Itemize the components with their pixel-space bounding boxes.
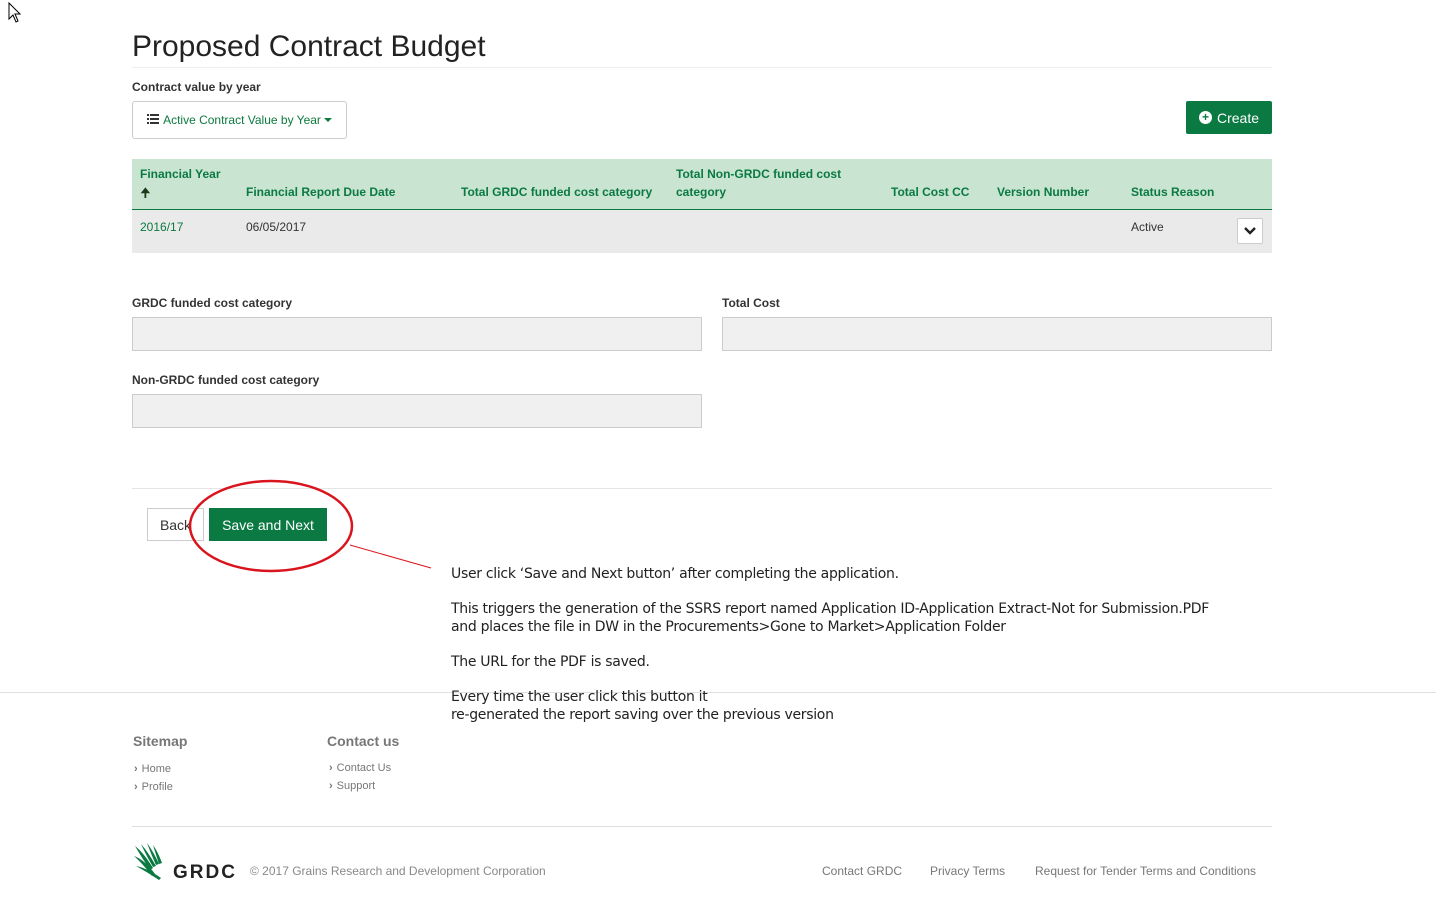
- chevron-right-icon: ›: [329, 762, 333, 774]
- caret-down-icon: [323, 118, 332, 122]
- footer-link-support[interactable]: › Support: [329, 780, 375, 792]
- view-selector-dropdown[interactable]: Active Contract Value by Year: [132, 101, 347, 139]
- annotation-text: re-generated the report saving over the …: [451, 707, 834, 723]
- column-header-total-cost-cc[interactable]: Total Cost CC: [891, 183, 969, 201]
- footer-divider: [0, 692, 1436, 693]
- footer-link-profile[interactable]: › Profile: [134, 781, 173, 793]
- footer-link-privacy-terms[interactable]: Privacy Terms: [930, 864, 1005, 878]
- page-title: Proposed Contract Budget: [132, 30, 486, 63]
- column-header-financial-year[interactable]: Financial Year: [140, 165, 221, 183]
- mouse-cursor-icon: [8, 2, 22, 23]
- sort-ascending-icon[interactable]: 🠉: [140, 184, 151, 206]
- non-grdc-cost-label: Non-GRDC funded cost category: [132, 373, 320, 387]
- plus-circle-icon: +: [1198, 111, 1212, 124]
- grid-header: Financial Year 🠉 Financial Report Due Da…: [132, 159, 1272, 210]
- column-header-status-reason[interactable]: Status Reason: [1131, 183, 1214, 201]
- column-header-due-date[interactable]: Financial Report Due Date: [246, 183, 395, 201]
- sitemap-heading: Sitemap: [133, 733, 188, 749]
- column-header-total-non-grdc[interactable]: Total Non-GRDC funded cost category: [676, 165, 856, 201]
- grdc-logo-text: GRDC: [173, 862, 237, 883]
- annotation-circle: [188, 479, 354, 573]
- annotation-text: This triggers the generation of the SSRS…: [451, 601, 1209, 617]
- non-grdc-cost-field[interactable]: [132, 394, 702, 428]
- annotation-text: User click ‘Save and Next button’ after …: [451, 566, 899, 582]
- list-icon: [147, 113, 160, 127]
- footer-link-label: Contact Us: [336, 762, 392, 774]
- footer-link-contact-grdc[interactable]: Contact GRDC: [822, 864, 902, 878]
- grdc-cost-field[interactable]: [132, 317, 702, 351]
- chevron-right-icon: ›: [134, 763, 138, 775]
- chevron-down-icon: [1244, 227, 1256, 235]
- cell-status-reason: Active: [1131, 220, 1164, 234]
- total-cost-label: Total Cost: [722, 296, 780, 310]
- footer-link-tender-terms[interactable]: Request for Tender Terms and Conditions: [1035, 864, 1256, 878]
- copyright-text: © 2017 Grains Research and Development C…: [250, 864, 546, 878]
- annotation-text: and places the file in DW in the Procure…: [451, 619, 1006, 635]
- contact-heading: Contact us: [327, 733, 400, 749]
- footer-link-label: Home: [141, 763, 172, 775]
- grdc-logo-icon: [134, 843, 162, 880]
- footer-link-home[interactable]: › Home: [134, 763, 171, 775]
- annotation-text: Every time the user click this button it: [451, 689, 708, 705]
- footer-bottom-divider: [132, 826, 1272, 827]
- section-label: Contract value by year: [132, 80, 261, 94]
- chevron-right-icon: ›: [329, 780, 333, 792]
- footer-link-contact-us[interactable]: › Contact Us: [329, 762, 391, 774]
- total-cost-field[interactable]: [722, 317, 1272, 351]
- create-button[interactable]: + Create: [1186, 101, 1272, 134]
- column-header-total-grdc[interactable]: Total GRDC funded cost category: [461, 183, 652, 201]
- table-row[interactable]: 2016/17 06/05/2017 Active: [132, 210, 1272, 253]
- create-button-label: Create: [1216, 109, 1260, 126]
- footer-link-label: Profile: [141, 781, 173, 793]
- annotation-highlight: [188, 479, 432, 573]
- annotation-pointer-line: [349, 544, 432, 569]
- cell-due-date: 06/05/2017: [246, 220, 307, 234]
- cell-financial-year[interactable]: 2016/17: [140, 220, 183, 234]
- chevron-right-icon: ›: [134, 781, 138, 793]
- view-selector-label: Active Contract Value by Year: [163, 113, 321, 127]
- title-divider: [132, 67, 1272, 68]
- annotation-text: The URL for the PDF is saved.: [451, 654, 650, 670]
- column-header-version-number[interactable]: Version Number: [997, 183, 1089, 201]
- grdc-cost-label: GRDC funded cost category: [132, 296, 293, 310]
- footer-link-label: Support: [336, 780, 376, 792]
- row-expand-button[interactable]: [1237, 218, 1263, 244]
